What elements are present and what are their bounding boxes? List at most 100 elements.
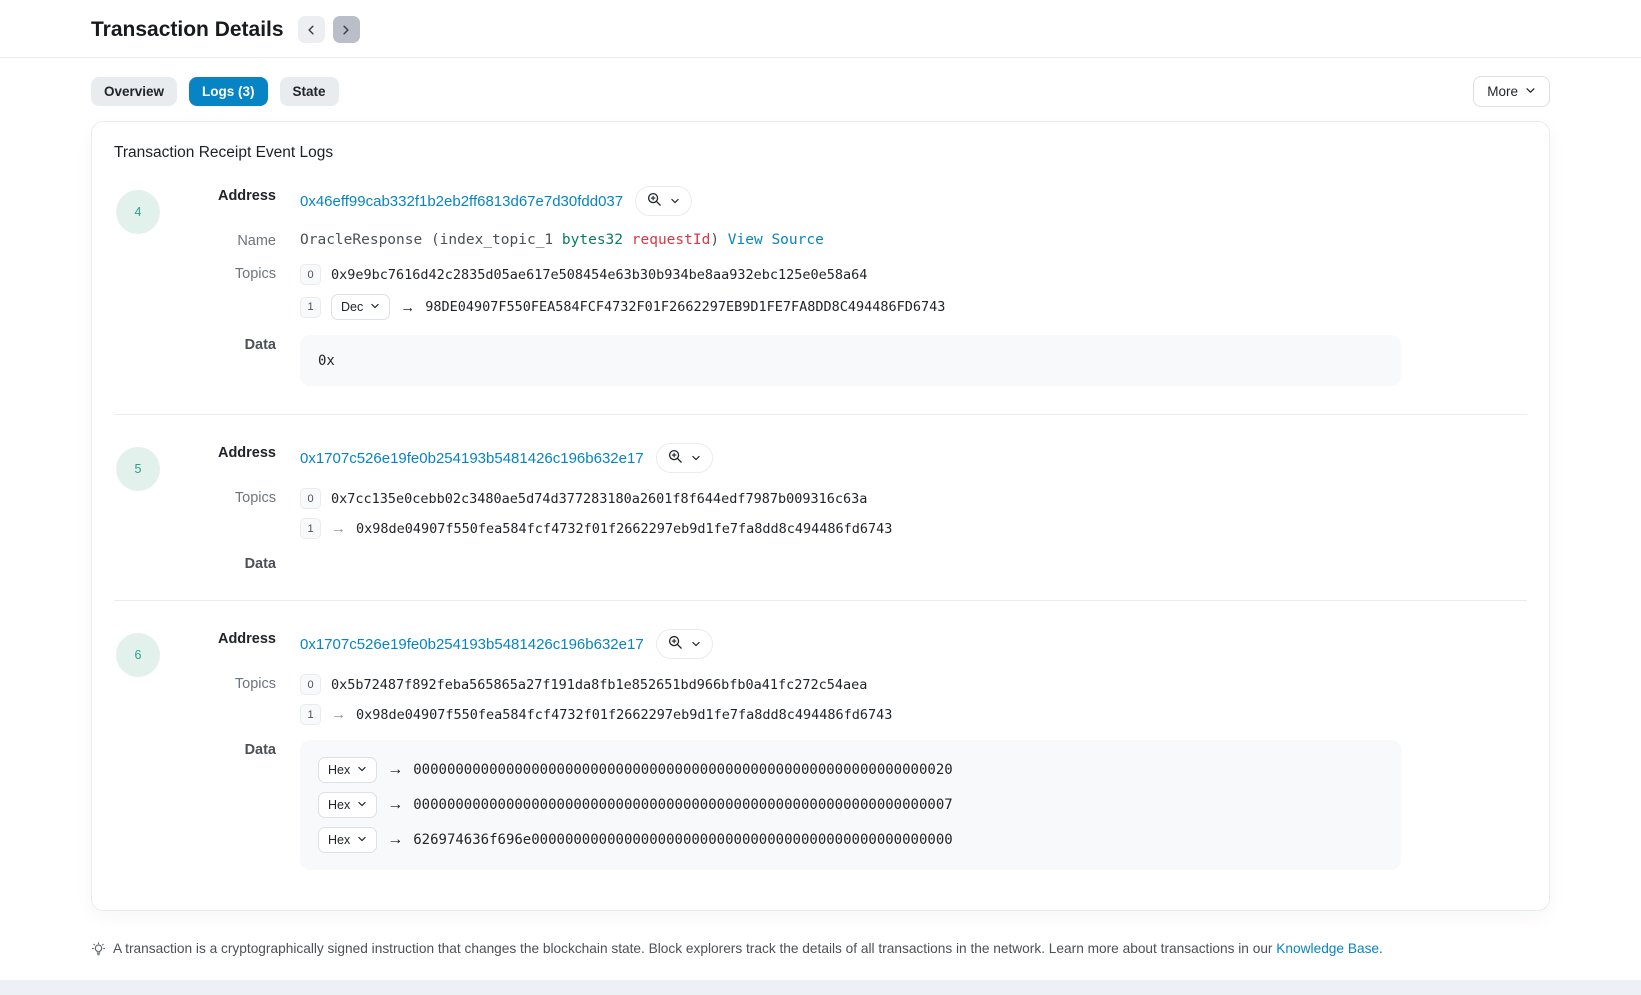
- data-label: Data: [206, 554, 276, 572]
- arrow-right-icon: →: [387, 761, 403, 779]
- event-signature-prefix: OracleResponse (index_topic_1: [300, 232, 562, 248]
- topic-encoding-value: Dec: [341, 300, 363, 314]
- address-link[interactable]: 0x1707c526e19fe0b254193b5481426c196b632e…: [300, 636, 644, 653]
- data-encoding-value: Hex: [328, 763, 350, 777]
- address-label: Address: [206, 629, 276, 647]
- topic-index-badge: 1: [300, 518, 321, 539]
- data-label: Data: [206, 740, 276, 758]
- chevron-down-icon: [670, 193, 680, 209]
- data-encoding-select[interactable]: Hex: [318, 757, 377, 783]
- data-word: 0000000000000000000000000000000000000000…: [413, 762, 952, 778]
- data-row: Data Hex → 00000000000000000000000000000: [206, 740, 1527, 870]
- address-label: Address: [206, 186, 276, 204]
- knowledge-base-link[interactable]: Knowledge Base: [1276, 941, 1379, 956]
- log-divider: [114, 414, 1527, 415]
- chevron-down-icon: [357, 833, 367, 847]
- address-zoom-button[interactable]: [656, 629, 713, 659]
- page-footer: A transaction is a cryptographically sig…: [0, 911, 1641, 960]
- topic-line: 0 0x9e9bc7616d42c2835d05ae617e508454e63b…: [300, 264, 1527, 285]
- topic-line: 1 Dec → 98DE04907F550FEA584FCF4732F01F26…: [300, 294, 1527, 320]
- name-row: Name OracleResponse (index_topic_1 bytes…: [206, 231, 1527, 249]
- footer-text-after: .: [1379, 941, 1383, 956]
- topic-index-badge: 1: [300, 297, 321, 318]
- log-entry: 5 Address 0x1707c526e19fe0b254193b548142…: [114, 443, 1527, 572]
- data-hex-row: Hex → 0000000000000000000000000000000000…: [318, 757, 1383, 783]
- more-button-label: More: [1487, 84, 1518, 99]
- chevron-right-icon: [340, 24, 352, 36]
- topic-hash: 0x98de04907f550fea584fcf4732f01f2662297e…: [356, 521, 892, 537]
- arrow-right-icon: →: [331, 520, 346, 537]
- topics-label: Topics: [206, 264, 276, 282]
- tab-state[interactable]: State: [280, 77, 339, 106]
- topics-row: Topics 0 0x5b72487f892feba565865a27f191d…: [206, 674, 1527, 725]
- arrow-right-icon: →: [387, 796, 403, 814]
- log-index-badge: 5: [116, 447, 160, 491]
- topic-hash: 0x98de04907f550fea584fcf4732f01f2662297e…: [356, 707, 892, 723]
- log-entry: 6 Address 0x1707c526e19fe0b254193b548142…: [114, 629, 1527, 870]
- previous-transaction-button[interactable]: [298, 16, 325, 43]
- address-link[interactable]: 0x1707c526e19fe0b254193b5481426c196b632e…: [300, 450, 644, 467]
- log-gutter: 4: [114, 186, 206, 386]
- lightbulb-icon: [91, 942, 106, 960]
- event-signature-suffix: ): [710, 232, 727, 248]
- data-encoding-value: Hex: [328, 833, 350, 847]
- tab-list: Overview Logs (3) State: [91, 77, 339, 106]
- topic-index-badge: 0: [300, 488, 321, 509]
- topic-line: 0 0x5b72487f892feba565865a27f191da8fb1e8…: [300, 674, 1527, 695]
- chevron-down-icon: [357, 763, 367, 777]
- card-heading: Transaction Receipt Event Logs: [114, 144, 1527, 162]
- arrow-right-icon: →: [331, 706, 346, 723]
- magnifier-plus-icon: [668, 635, 683, 653]
- data-row: Data 0x: [206, 335, 1527, 386]
- address-link[interactable]: 0x46eff99cab332f1b2eb2ff6813d67e7d30fdd0…: [300, 193, 623, 210]
- chevron-down-icon: [691, 636, 701, 652]
- topic-line: 1 → 0x98de04907f550fea584fcf4732f01f2662…: [300, 518, 1527, 539]
- data-encoding-select[interactable]: Hex: [318, 792, 377, 818]
- topic-line: 1 → 0x98de04907f550fea584fcf4732f01f2662…: [300, 704, 1527, 725]
- data-word: 626974636f696e00000000000000000000000000…: [413, 832, 952, 848]
- tabs-row: Overview Logs (3) State More: [0, 58, 1641, 107]
- address-zoom-button[interactable]: [635, 186, 692, 216]
- name-label: Name: [206, 231, 276, 249]
- topics-label: Topics: [206, 488, 276, 506]
- chevron-down-icon: [357, 798, 367, 812]
- bottom-band: [0, 980, 1641, 995]
- view-source-link[interactable]: View Source: [728, 232, 824, 248]
- topics-row: Topics 0 0x9e9bc7616d42c2835d05ae617e508…: [206, 264, 1527, 320]
- data-value: 0x: [318, 353, 335, 369]
- page-header: Transaction Details: [0, 0, 1641, 58]
- data-hex-row: Hex → 0000000000000000000000000000000000…: [318, 792, 1383, 818]
- event-signature-space: [623, 232, 632, 248]
- event-logs-card: Transaction Receipt Event Logs 4 Address…: [91, 121, 1550, 911]
- topic-index-badge: 0: [300, 264, 321, 285]
- footer-text-before: A transaction is a cryptographically sig…: [113, 941, 1276, 956]
- address-row: Address 0x1707c526e19fe0b254193b5481426c…: [206, 443, 1527, 473]
- topic-hash: 0x9e9bc7616d42c2835d05ae617e508454e63b30…: [331, 267, 867, 283]
- topic-hash: 0x7cc135e0cebb02c3480ae5d74d377283180a26…: [331, 491, 867, 507]
- event-param-type: bytes32: [562, 232, 623, 248]
- data-row: Data: [206, 554, 1527, 572]
- address-zoom-button[interactable]: [656, 443, 713, 473]
- data-encoding-select[interactable]: Hex: [318, 827, 377, 853]
- next-transaction-button[interactable]: [333, 16, 360, 43]
- more-button[interactable]: More: [1473, 76, 1550, 107]
- data-word: 0000000000000000000000000000000000000000…: [413, 797, 952, 813]
- chevron-down-icon: [1525, 84, 1536, 99]
- topic-encoding-select[interactable]: Dec: [331, 294, 390, 320]
- chevron-left-icon: [305, 24, 317, 36]
- topic-hash: 98DE04907F550FEA584FCF4732F01F2662297EB9…: [425, 299, 945, 315]
- data-box: 0x: [300, 335, 1401, 386]
- address-label: Address: [206, 443, 276, 461]
- log-index-badge: 4: [116, 190, 160, 234]
- address-row: Address 0x46eff99cab332f1b2eb2ff6813d67e…: [206, 186, 1527, 216]
- tab-logs[interactable]: Logs (3): [189, 77, 268, 106]
- data-encoding-value: Hex: [328, 798, 350, 812]
- chevron-down-icon: [691, 450, 701, 466]
- log-gutter: 6: [114, 629, 206, 870]
- magnifier-plus-icon: [647, 192, 662, 210]
- chevron-down-icon: [370, 300, 380, 314]
- log-index-badge: 6: [116, 633, 160, 677]
- tab-overview[interactable]: Overview: [91, 77, 177, 106]
- topic-hash: 0x5b72487f892feba565865a27f191da8fb1e852…: [331, 677, 867, 693]
- topics-row: Topics 0 0x7cc135e0cebb02c3480ae5d74d377…: [206, 488, 1527, 539]
